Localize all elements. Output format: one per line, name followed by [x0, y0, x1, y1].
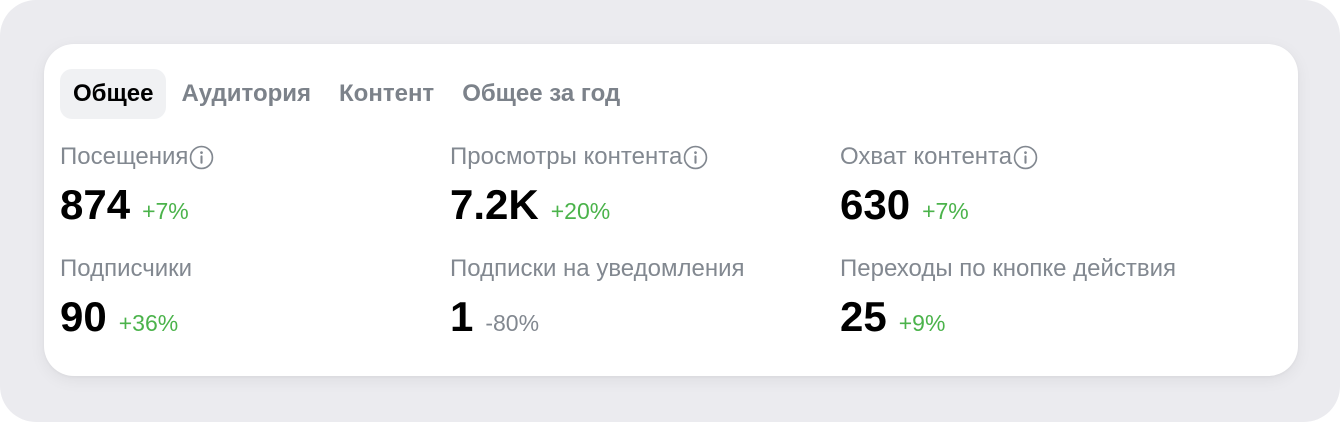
- metric-action-button-clicks: Переходы по кнопке действия 25 +9%: [840, 254, 1220, 340]
- metric-delta: -80%: [485, 310, 540, 336]
- metric-value: 90: [60, 293, 107, 340]
- stats-card: Общее Аудитория Контент Общее за год Пос…: [44, 44, 1298, 376]
- tab-content[interactable]: Контент: [326, 69, 447, 119]
- metric-label: Просмотры контента: [450, 143, 683, 170]
- metric-label: Охват контента: [840, 143, 1013, 170]
- metric-delta: +20%: [550, 198, 611, 224]
- tab-general[interactable]: Общее: [60, 69, 167, 119]
- metric-value: 874: [60, 181, 131, 228]
- info-circle-icon[interactable]: [683, 145, 708, 170]
- tab-general-year[interactable]: Общее за год: [449, 69, 633, 119]
- info-circle-icon[interactable]: [1013, 145, 1038, 170]
- tab-audience[interactable]: Аудитория: [168, 69, 324, 119]
- stats-tabs: Общее Аудитория Контент Общее за год: [60, 69, 635, 119]
- metric-delta: +9%: [898, 310, 946, 336]
- metric-notification-subscriptions: Подписки на уведомления 1 -80%: [450, 254, 830, 340]
- metric-delta: +7%: [142, 198, 189, 224]
- metric-value: 1: [450, 293, 474, 340]
- metric-label: Подписки на уведомления: [450, 255, 745, 282]
- info-circle-icon[interactable]: [189, 145, 214, 170]
- metric-visits: Посещения 874 +7%: [60, 142, 440, 228]
- metric-value: 7.2K: [450, 181, 539, 228]
- metric-subscribers: Подписчики 90 +36%: [60, 254, 440, 340]
- metric-delta: +36%: [118, 310, 179, 336]
- metric-content-views: Просмотры контента 7.2K +20%: [450, 142, 830, 228]
- metric-delta: +7%: [922, 198, 969, 224]
- metric-value: 630: [840, 181, 911, 228]
- metric-label: Посещения: [60, 143, 189, 170]
- metric-label: Переходы по кнопке действия: [840, 255, 1177, 282]
- metric-content-reach: Охват контента 630 +7%: [840, 142, 1220, 228]
- metric-label: Подписчики: [60, 255, 193, 282]
- metric-value: 25: [840, 293, 887, 340]
